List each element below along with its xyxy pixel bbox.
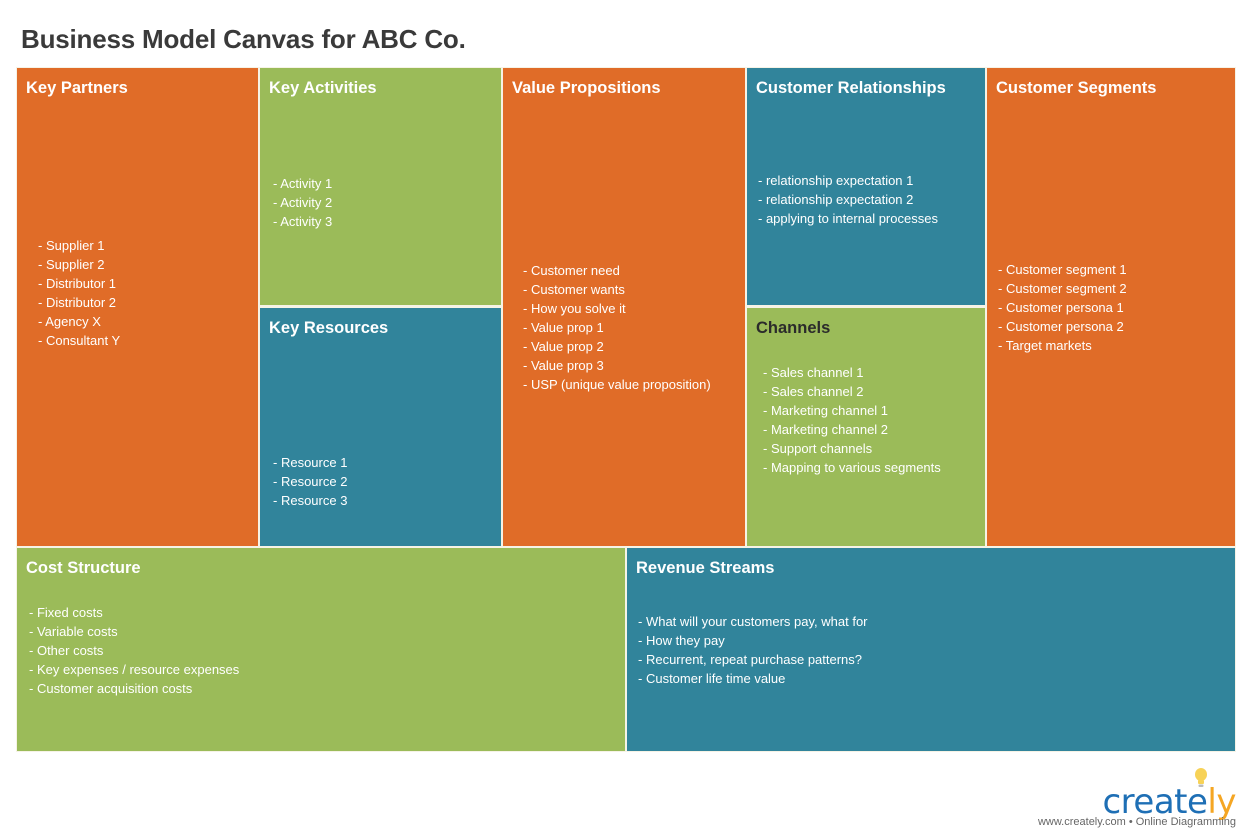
block-key-partners[interactable]: Key Partners Supplier 1Supplier 2Distrib… — [17, 68, 258, 546]
list-item: relationship expectation 1 — [758, 171, 938, 190]
list-item: Value prop 1 — [523, 318, 711, 337]
logo-tagline: www.creately.com • Online Diagramming — [1037, 816, 1236, 828]
block-heading: Channels — [756, 319, 831, 337]
list-item: Consultant Y — [38, 331, 120, 350]
block-heading: Key Partners — [26, 79, 128, 97]
list-item: Activity 3 — [273, 212, 332, 231]
item-list: relationship expectation 1relationship e… — [758, 171, 938, 228]
block-customer-relationships[interactable]: Customer Relationships relationship expe… — [747, 68, 985, 305]
list-item: Customer segment 1 — [998, 260, 1127, 279]
page-title: Business Model Canvas for ABC Co. — [21, 24, 466, 54]
list-item: Distributor 2 — [38, 293, 120, 312]
item-list: Customer needCustomer wantsHow you solve… — [523, 261, 711, 394]
list-item: Value prop 3 — [523, 356, 711, 375]
list-item: Value prop 2 — [523, 337, 711, 356]
block-heading: Revenue Streams — [636, 559, 775, 577]
list-item: Fixed costs — [29, 603, 239, 622]
creately-logo: creately www.creately.com • Online Diagr… — [1006, 768, 1236, 838]
item-list: What will your customers pay, what forHo… — [638, 612, 868, 688]
block-channels[interactable]: Channels Sales channel 1Sales channel 2M… — [747, 308, 985, 546]
list-item: Customer segment 2 — [998, 279, 1127, 298]
list-item: How you solve it — [523, 299, 711, 318]
list-item: Agency X — [38, 312, 120, 331]
item-list: Sales channel 1Sales channel 2Marketing … — [763, 363, 941, 477]
list-item: Marketing channel 2 — [763, 420, 941, 439]
list-item: Distributor 1 — [38, 274, 120, 293]
list-item: Recurrent, repeat purchase patterns? — [638, 650, 868, 669]
block-cost-structure[interactable]: Cost Structure Fixed costsVariable costs… — [17, 548, 625, 751]
list-item: Supplier 2 — [38, 255, 120, 274]
list-item: Activity 1 — [273, 174, 332, 193]
list-item: Marketing channel 1 — [763, 401, 941, 420]
list-item: Customer need — [523, 261, 711, 280]
business-model-canvas: Key Partners Supplier 1Supplier 2Distrib… — [16, 67, 1236, 752]
item-list: Fixed costsVariable costsOther costsKey … — [29, 603, 239, 698]
list-item: Sales channel 2 — [763, 382, 941, 401]
list-item: Customer acquisition costs — [29, 679, 239, 698]
list-item: USP (unique value proposition) — [523, 375, 711, 394]
block-heading: Value Propositions — [512, 79, 661, 97]
block-heading: Customer Segments — [996, 79, 1157, 97]
list-item: Resource 1 — [273, 453, 347, 472]
block-customer-segments[interactable]: Customer Segments Customer segment 1Cust… — [987, 68, 1235, 546]
list-item: How they pay — [638, 631, 868, 650]
block-heading: Cost Structure — [26, 559, 141, 577]
block-key-activities[interactable]: Key Activities Activity 1Activity 2Activ… — [260, 68, 501, 305]
block-value-propositions[interactable]: Value Propositions Customer needCustomer… — [503, 68, 745, 546]
block-key-resources[interactable]: Key Resources Resource 1Resource 2Resour… — [260, 308, 501, 546]
item-list: Supplier 1Supplier 2Distributor 1Distrib… — [38, 236, 120, 350]
list-item: Mapping to various segments — [763, 458, 941, 477]
list-item: Target markets — [998, 336, 1127, 355]
list-item: Sales channel 1 — [763, 363, 941, 382]
list-item: Supplier 1 — [38, 236, 120, 255]
block-revenue-streams[interactable]: Revenue Streams What will your customers… — [627, 548, 1235, 751]
item-list: Customer segment 1Customer segment 2Cust… — [998, 260, 1127, 355]
block-heading: Key Activities — [269, 79, 377, 97]
list-item: Resource 3 — [273, 491, 347, 510]
list-item: Customer persona 1 — [998, 298, 1127, 317]
list-item: applying to internal processes — [758, 209, 938, 228]
item-list: Resource 1Resource 2Resource 3 — [273, 453, 347, 510]
list-item: Resource 2 — [273, 472, 347, 491]
list-item: Customer life time value — [638, 669, 868, 688]
item-list: Activity 1Activity 2Activity 3 — [273, 174, 332, 231]
list-item: What will your customers pay, what for — [638, 612, 868, 631]
list-item: Key expenses / resource expenses — [29, 660, 239, 679]
block-heading: Key Resources — [269, 319, 389, 337]
list-item: Other costs — [29, 641, 239, 660]
list-item: Support channels — [763, 439, 941, 458]
list-item: Activity 2 — [273, 193, 332, 212]
list-item: Variable costs — [29, 622, 239, 641]
list-item: Customer wants — [523, 280, 711, 299]
list-item: Customer persona 2 — [998, 317, 1127, 336]
block-heading: Customer Relationships — [756, 79, 946, 97]
list-item: relationship expectation 2 — [758, 190, 938, 209]
